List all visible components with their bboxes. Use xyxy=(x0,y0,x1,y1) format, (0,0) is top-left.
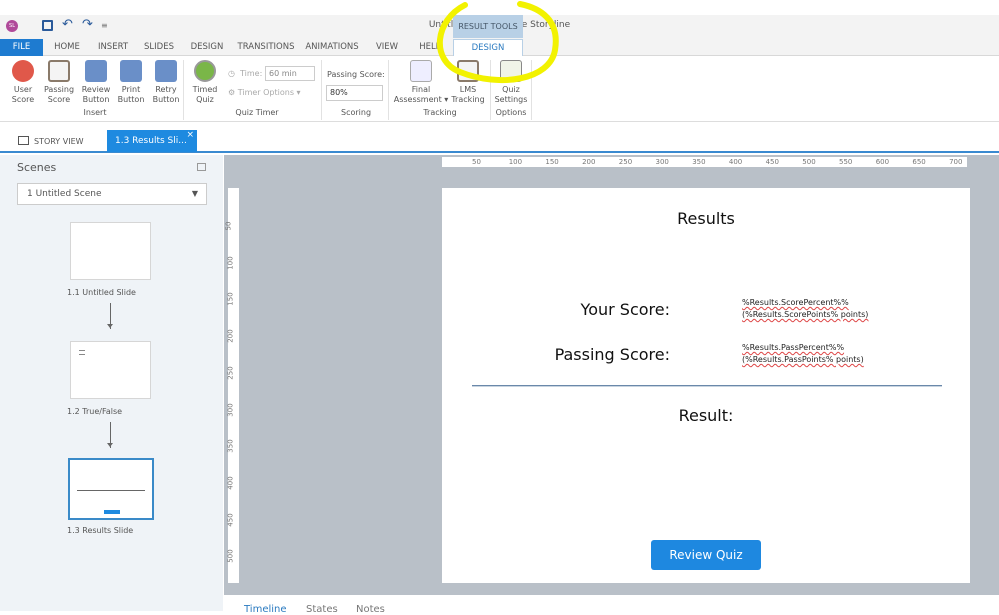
timed-quiz-button[interactable]: Timed Quiz xyxy=(189,60,221,105)
ruler-tick-label: 600 xyxy=(875,158,890,166)
result-label: Result: xyxy=(678,406,734,425)
printer-icon xyxy=(120,60,142,82)
ruler-tick-label: 350 xyxy=(226,439,235,453)
panel-restore-icon[interactable] xyxy=(197,163,206,171)
tab-view[interactable]: VIEW xyxy=(370,39,404,56)
tab-transitions[interactable]: TRANSITIONS xyxy=(234,39,298,56)
group-tracking-label: Tracking xyxy=(423,108,457,117)
passing-score-button[interactable]: Passing Score xyxy=(42,60,76,105)
time-label: Time: xyxy=(240,69,263,78)
your-score-label: Your Score: xyxy=(580,300,670,319)
tab-story-view[interactable]: STORY VIEW xyxy=(18,132,98,152)
tab-notes[interactable]: Notes xyxy=(356,604,385,615)
ribbon-award-icon xyxy=(12,60,34,82)
tab-animations[interactable]: ANIMATIONS xyxy=(302,39,362,56)
passing-score-slide-label: Passing Score: xyxy=(554,345,670,364)
score-percent-var: %Results.ScorePercent%% xyxy=(742,298,849,307)
ruler-tick-label: 400 xyxy=(226,476,235,490)
ruler-tick-label: 450 xyxy=(226,512,235,527)
user-score-button[interactable]: User Score xyxy=(6,60,40,105)
chevron-down-icon: ▼ xyxy=(191,189,198,198)
group-insert-label: Insert xyxy=(83,108,107,117)
ruler-tick-label: 400 xyxy=(728,158,743,166)
arrow-down-icon xyxy=(107,303,113,329)
tab-slides[interactable]: SLIDES xyxy=(140,39,178,56)
tab-insert[interactable]: INSERT xyxy=(92,39,134,56)
ruler-tick-label: 150 xyxy=(545,158,559,166)
retry-icon xyxy=(155,60,177,82)
horizontal-ruler: 50 100 150 200 250 300 350 400 450 500 550 600 650 70… xyxy=(442,157,967,167)
slide-label-3: 1.3 Results Slide xyxy=(67,526,134,535)
ruler-tick-label: 150 xyxy=(226,292,235,307)
slide-thumbnail-3[interactable] xyxy=(68,458,154,520)
group-scoring-label: Scoring xyxy=(340,108,372,117)
arrow-down-icon xyxy=(107,422,113,448)
ruler-tick-label: 350 xyxy=(692,158,706,166)
ruler-tick-label: 250 xyxy=(226,366,235,380)
tab-results-slide[interactable]: 1.3 Results Sli... × xyxy=(107,130,197,152)
ruler-tick-label: 500 xyxy=(802,158,816,166)
pass-percent-var: %Results.PassPercent%% xyxy=(742,343,845,352)
timer-options-dropdown[interactable]: ⚙ Timer Options ▾ xyxy=(228,88,301,97)
pass-points-var: (%Results.PassPoints% points) xyxy=(742,355,864,364)
slide-label-1: 1.1 Untitled Slide xyxy=(67,288,136,297)
ruler-tick-label: 100 xyxy=(508,158,523,166)
retry-button-button[interactable]: Retry Button xyxy=(149,60,183,105)
divider-line xyxy=(472,385,942,387)
slide-label-2: 1.2 True/False xyxy=(67,407,123,416)
review-quiz-button[interactable]: Review Quiz xyxy=(651,540,761,570)
ruler-tick-label: 50 xyxy=(224,221,233,231)
vertical-ruler: 50 100 150 200 250 300 350 400 450 500 xyxy=(224,188,239,583)
ruler-tick-label: 250 xyxy=(618,158,633,166)
story-view-icon xyxy=(18,136,29,145)
passing-score-input[interactable]: 80% xyxy=(326,85,383,101)
scene-select[interactable]: 1 Untitled Scene ▼ xyxy=(17,183,207,205)
clock-icon: ◷ xyxy=(228,69,235,78)
tab-file[interactable]: FILE xyxy=(0,39,43,56)
ruler-tick-label: 500 xyxy=(226,549,235,563)
tab-home[interactable]: HOME xyxy=(48,39,86,56)
slide-title: Results xyxy=(677,209,735,228)
ruler-tick-label: 100 xyxy=(226,256,235,270)
eye-icon xyxy=(85,60,107,82)
score-points-var: (%Results.ScorePoints% points) xyxy=(742,310,869,319)
tab-states[interactable]: States xyxy=(306,604,338,615)
ruler-tick-label: 300 xyxy=(655,158,669,166)
tab-design[interactable]: DESIGN xyxy=(185,39,229,56)
ruler-tick-label: 650 xyxy=(912,158,926,166)
ruler-tick-label: 200 xyxy=(582,158,596,166)
ruler-tick-label: 300 xyxy=(226,402,235,417)
ruler-tick-label: 450 xyxy=(765,158,779,166)
ruler-tick-label: 200 xyxy=(226,329,235,343)
bottom-panel: Timeline States Notes xyxy=(224,595,999,615)
group-quiz-timer-label: Quiz Timer xyxy=(235,108,279,117)
ruler-tick-label: 50 xyxy=(472,158,481,166)
slide-stage: Results Your Score: %Results.ScorePercen… xyxy=(442,188,970,583)
highlight-annotation xyxy=(436,1,559,84)
passing-score-label: Passing Score: xyxy=(327,70,385,79)
ruler-tick-label: 550 xyxy=(839,158,853,166)
clipboard-icon xyxy=(48,60,70,82)
time-input[interactable]: 60 min xyxy=(265,66,315,81)
ruler-tick-label: 700 xyxy=(949,158,963,166)
group-options-label: Options xyxy=(495,108,527,117)
review-button-button[interactable]: Review Button xyxy=(78,60,114,105)
print-button-button[interactable]: Print Button xyxy=(114,60,148,105)
slide-thumbnail-2[interactable] xyxy=(70,341,151,399)
tab-timeline[interactable]: Timeline xyxy=(244,604,287,615)
stopwatch-icon xyxy=(194,60,216,82)
slide-thumbnail-1[interactable] xyxy=(70,222,151,280)
scenes-title: Scenes xyxy=(17,161,57,174)
close-icon[interactable]: × xyxy=(186,124,194,146)
